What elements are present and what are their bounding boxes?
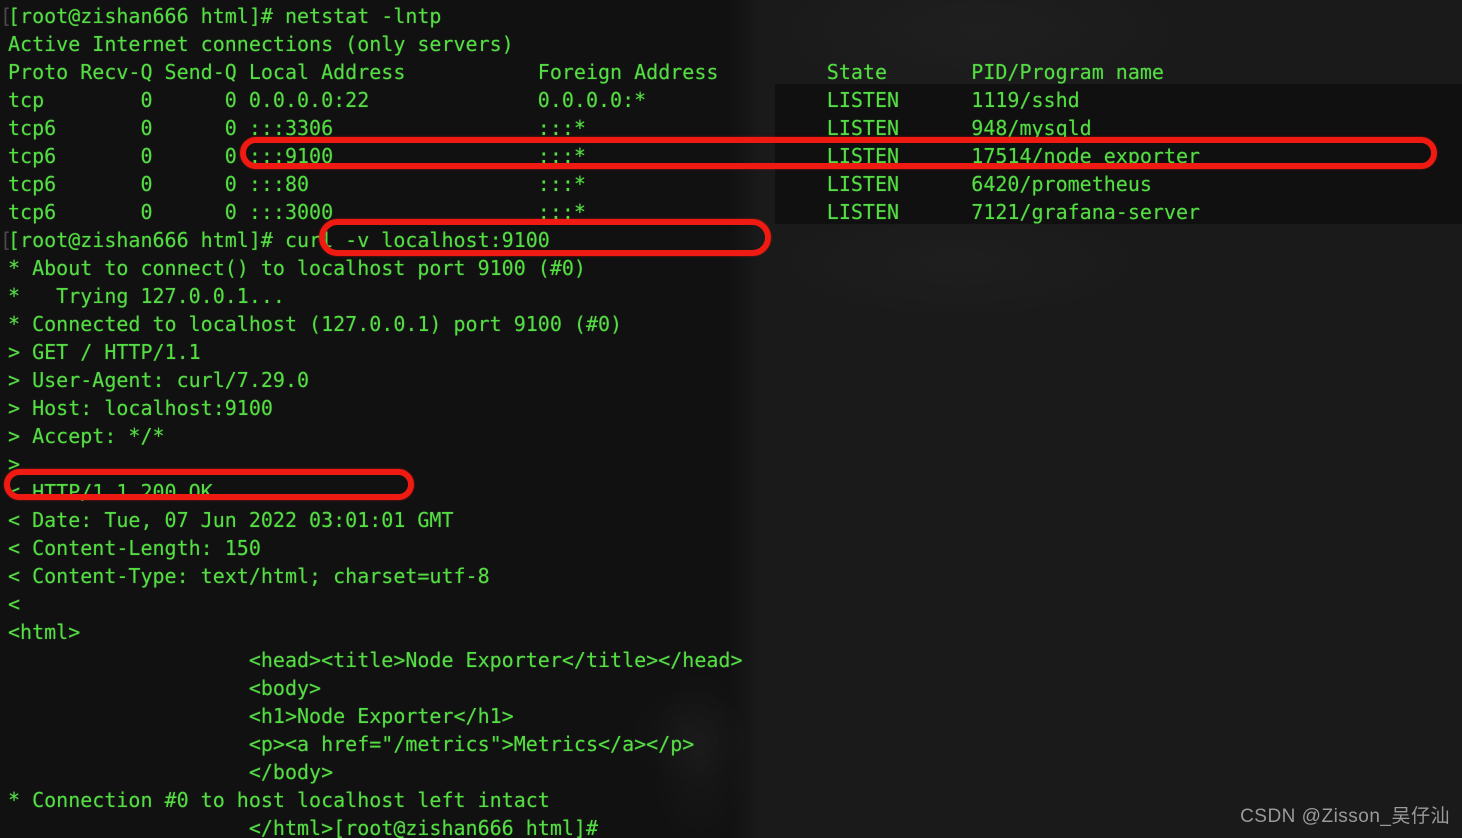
terminal-line-connection-intact: * Connection #0 to host localhost left i…	[8, 788, 550, 812]
table-row-prometheus: tcp6 0 0 :::80 :::* LISTEN 6420/promethe…	[8, 172, 1152, 196]
terminal-line-body-html-open: <html>	[8, 620, 81, 644]
terminal-line-response-content-length: < Content-Length: 150	[8, 536, 261, 560]
terminal-line-body-open: <body>	[8, 676, 322, 700]
terminal-line-response-status: < HTTP/1.1 200 OK	[8, 480, 213, 504]
terminal-line-response-blank: <	[8, 592, 21, 616]
terminal-line-prompt-curl: [root@zishan666 html]# curl -v localhost…	[8, 228, 550, 252]
terminal-line-body-h1: <h1>Node Exporter</h1>	[8, 704, 514, 728]
terminal-line-trying-ip: * Trying 127.0.0.1...	[8, 284, 285, 308]
terminal-line-body-close: </body>	[8, 760, 334, 784]
terminal-line-request-accept: > Accept: */*	[8, 424, 165, 448]
terminal-line-request-blank: >	[8, 452, 21, 476]
terminal-line-about-to-connect: * About to connect() to localhost port 9…	[8, 256, 586, 280]
csdn-watermark: CSDN @Zisson_吴仔汕	[1240, 806, 1450, 827]
terminal-line-body-metrics-link: <p><a href="/metrics">Metrics</a></p>	[8, 732, 695, 756]
terminal-window[interactable]: [ [root@zishan666 html]# netstat -lntp A…	[0, 0, 1462, 838]
terminal-line-netstat-banner: Active Internet connections (only server…	[8, 32, 514, 56]
table-row-grafana-server: tcp6 0 0 :::3000 :::* LISTEN 7121/grafan…	[8, 200, 1201, 224]
terminal-line-html-close-and-prompt: </html>[root@zishan666 html]#	[8, 816, 599, 838]
terminal-line-netstat-header: Proto Recv-Q Send-Q Local Address Foreig…	[8, 60, 1164, 84]
table-row-node-exporter: tcp6 0 0 :::9100 :::* LISTEN 17514/node …	[8, 144, 1201, 168]
terminal-line-response-content-type: < Content-Type: text/html; charset=utf-8	[8, 564, 490, 588]
table-row-mysqld: tcp6 0 0 :::3306 :::* LISTEN 948/mysqld	[8, 116, 1092, 140]
terminal-line-request-get: > GET / HTTP/1.1	[8, 340, 201, 364]
terminal-line-response-date: < Date: Tue, 07 Jun 2022 03:01:01 GMT	[8, 508, 454, 532]
terminal-line-connected: * Connected to localhost (127.0.0.1) por…	[8, 312, 623, 336]
terminal-line-prompt-netstat: [root@zishan666 html]# netstat -lntp	[8, 4, 442, 28]
terminal-line-request-user-agent: > User-Agent: curl/7.29.0	[8, 368, 310, 392]
terminal-line-body-head: <head><title>Node Exporter</title></head…	[8, 648, 743, 672]
terminal-line-request-host: > Host: localhost:9100	[8, 396, 273, 420]
table-row-sshd: tcp 0 0 0.0.0.0:22 0.0.0.0:* LISTEN 1119…	[8, 88, 1080, 112]
